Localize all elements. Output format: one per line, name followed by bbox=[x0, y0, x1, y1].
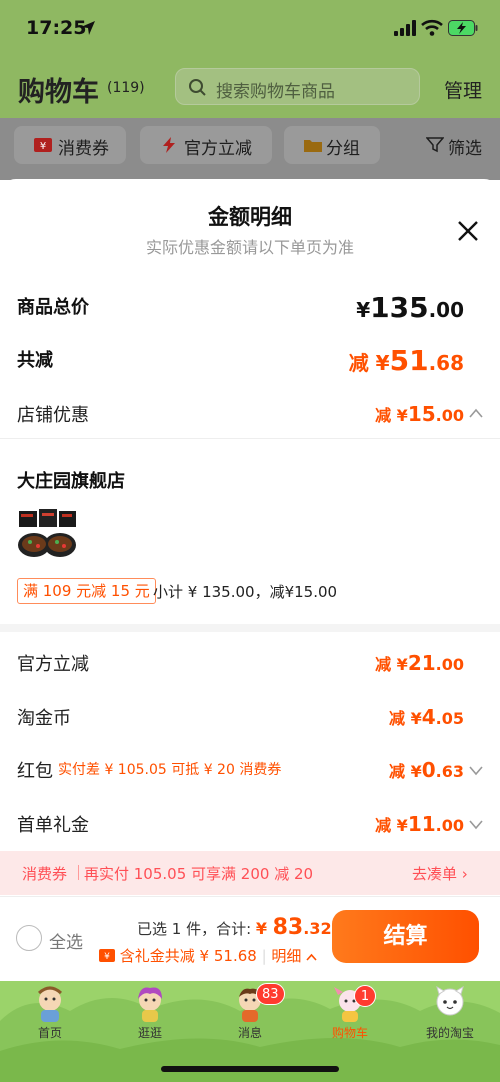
chevron-down-icon bbox=[469, 820, 483, 830]
filter-coupon[interactable]: ¥ 消费券 bbox=[14, 126, 126, 164]
store-subtotal: 小计 ¥ 135.00，减¥15.00 bbox=[153, 583, 338, 601]
coupon-icon: ¥ bbox=[34, 138, 52, 152]
filter-icon bbox=[426, 137, 444, 153]
official-discount-row: 官方立减 减 ¥21.00 bbox=[0, 649, 500, 683]
checkout-button[interactable]: 结算 bbox=[332, 910, 479, 963]
filter-group[interactable]: 分组 bbox=[284, 126, 380, 164]
chevron-up-icon bbox=[469, 408, 483, 418]
coupon-divider bbox=[78, 865, 79, 880]
coupon-bar[interactable]: 消费券 再实付 105.05 可享满 200 减 20 去凑单 › bbox=[0, 851, 500, 895]
signal-icon bbox=[394, 20, 416, 36]
status-time: 17:25 bbox=[26, 17, 87, 39]
discount-total-row: 共减 减 ¥51.68 bbox=[0, 344, 500, 384]
search-input[interactable]: 搜索购物车商品 bbox=[175, 68, 420, 105]
search-icon bbox=[189, 79, 206, 96]
official-discount-label: 官方立减 bbox=[17, 654, 89, 675]
manage-button[interactable]: 管理 bbox=[444, 76, 482, 103]
my-taobao-character-icon bbox=[436, 985, 464, 1016]
cart-badge: 1 bbox=[354, 985, 376, 1007]
select-all-radio[interactable] bbox=[16, 925, 42, 951]
total-price-row: 商品总价 ¥135.00 bbox=[0, 291, 500, 331]
lightning-icon bbox=[163, 137, 175, 153]
close-icon[interactable] bbox=[456, 219, 480, 243]
svg-text:¥: ¥ bbox=[40, 141, 46, 152]
chevron-down-icon bbox=[469, 766, 483, 776]
amount-detail-sheet: 金额明细 实际优惠金额请以下单页为准 商品总价 ¥135.00 共减 减 ¥51… bbox=[0, 179, 500, 981]
taojinbi-row: 淘金币 减 ¥4.05 bbox=[0, 703, 500, 737]
total-price-label: 商品总价 bbox=[17, 297, 89, 318]
first-gift-value: 减 ¥11.00 bbox=[375, 812, 464, 836]
tab-home[interactable]: 首页 bbox=[10, 981, 90, 1043]
browse-character-icon bbox=[138, 987, 162, 1022]
page-title: 购物车 bbox=[18, 77, 99, 108]
status-bar: 17:25 bbox=[0, 0, 500, 56]
store-promo-tag: 满 109 元减 15 元 bbox=[17, 578, 156, 604]
location-arrow-icon bbox=[81, 21, 95, 35]
chevron-up-icon bbox=[306, 953, 317, 961]
filter-bar: ¥ 消费券 官方立减 分组 筛选 bbox=[0, 118, 500, 180]
store-name: 大庄园旗舰店 bbox=[17, 471, 125, 492]
coupon-text: 再实付 105.05 可享满 200 减 20 bbox=[84, 865, 314, 883]
filter-filter[interactable]: 筛选 bbox=[410, 126, 492, 164]
store-discount-value: 减 ¥15.00 bbox=[375, 402, 464, 426]
taojinbi-label: 淘金币 bbox=[17, 708, 71, 729]
discount-total-value: 减 ¥51.68 bbox=[348, 344, 464, 377]
checkout-footer: 全选 已选 1 件，合计: ¥ 83.32 ¥ 含礼金共减 ¥ 51.68 | … bbox=[0, 896, 500, 981]
battery-icon bbox=[448, 20, 478, 36]
hongbao-value: 减 ¥0.63 bbox=[389, 758, 464, 782]
discount-total-label: 共减 bbox=[17, 350, 53, 371]
store-detail: 大庄园旗舰店 满 109 元减 15 元 小计 ¥ 135.00，减¥15.00 bbox=[0, 438, 500, 632]
tab-bar: 首页 逛逛 消息 83 购物车 1 我的淘宝 bbox=[0, 981, 500, 1082]
wifi-icon bbox=[421, 19, 443, 36]
taojinbi-value: 减 ¥4.05 bbox=[389, 705, 464, 729]
official-discount-value: 减 ¥21.00 bbox=[375, 651, 464, 675]
total-summary: 已选 1 件，合计: ¥ 83.32 bbox=[137, 915, 332, 940]
tab-browse[interactable]: 逛逛 bbox=[110, 981, 190, 1043]
store-discount-row[interactable]: 店铺优惠 减 ¥15.00 bbox=[0, 400, 500, 434]
filter-official-discount[interactable]: 官方立减 bbox=[140, 126, 272, 164]
hongbao-row[interactable]: 红包 实付差 ¥ 105.05 可抵 ¥ 20 消费券 减 ¥0.63 bbox=[0, 756, 500, 790]
coupon-action-link[interactable]: 去凑单 › bbox=[412, 863, 468, 884]
cart-count: (119) bbox=[107, 80, 145, 96]
hongbao-note: 实付差 ¥ 105.05 可抵 ¥ 20 消费券 bbox=[58, 762, 282, 778]
search-placeholder: 搜索购物车商品 bbox=[216, 82, 335, 102]
first-gift-label: 首单礼金 bbox=[17, 815, 89, 836]
store-discount-label: 店铺优惠 bbox=[17, 405, 89, 426]
select-all-label[interactable]: 全选 bbox=[49, 928, 83, 953]
hongbao-label: 红包 bbox=[17, 761, 53, 782]
home-character-icon bbox=[37, 986, 63, 1022]
product-thumbnail[interactable] bbox=[17, 505, 77, 563]
gift-summary[interactable]: ¥ 含礼金共减 ¥ 51.68 | 明细 bbox=[99, 945, 317, 966]
coupon-tag: 消费券 bbox=[22, 865, 68, 883]
tab-my-taobao[interactable]: 我的淘宝 bbox=[410, 981, 490, 1043]
first-gift-row[interactable]: 首单礼金 减 ¥11.00 bbox=[0, 810, 500, 844]
sheet-subtitle: 实际优惠金额请以下单页为准 bbox=[145, 238, 354, 257]
coupon-small-icon: ¥ bbox=[99, 949, 115, 962]
tab-cart[interactable]: 购物车 1 bbox=[310, 981, 390, 1043]
folder-icon bbox=[304, 140, 322, 152]
tab-messages[interactable]: 消息 83 bbox=[210, 981, 290, 1043]
sheet-title: 金额明细 bbox=[208, 205, 292, 229]
messages-badge: 83 bbox=[256, 983, 285, 1005]
total-price-value: ¥135.00 bbox=[356, 291, 464, 324]
home-indicator bbox=[161, 1066, 339, 1072]
svg-text:¥: ¥ bbox=[104, 952, 110, 962]
